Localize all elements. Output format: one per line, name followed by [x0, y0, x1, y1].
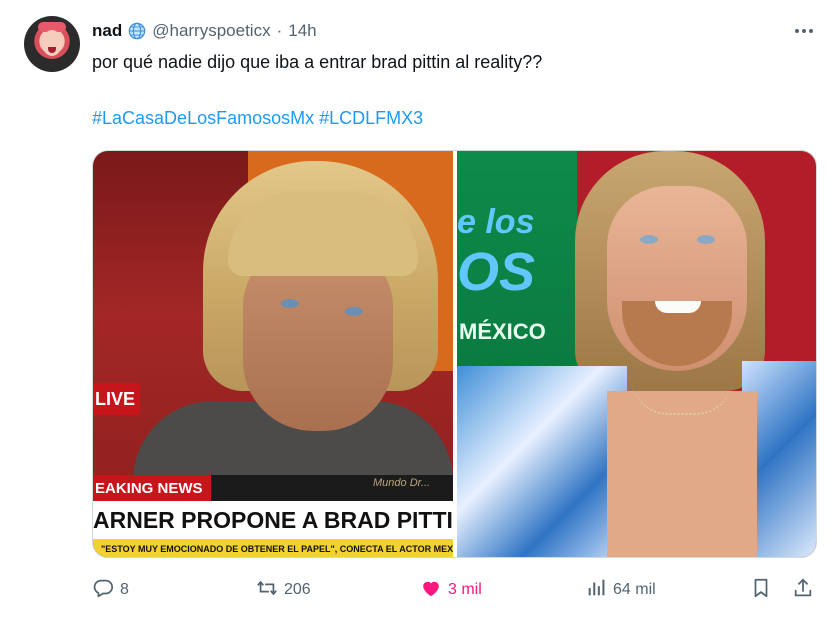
media-grid[interactable]: LIVE EAKING NEWS Mundo Dr... ARNER PROPO…: [92, 150, 817, 558]
breaking-news-label: EAKING NEWS: [93, 475, 211, 501]
like-button[interactable]: 3 mil: [420, 572, 482, 608]
hashtags: #LaCasaDeLosFamososMx #LCDLFMX3: [92, 106, 423, 130]
live-badge: LIVE: [93, 383, 140, 415]
views-icon: [585, 577, 607, 604]
bookmark-button[interactable]: [750, 572, 772, 608]
channel-logo: Mundo Dr...: [373, 477, 431, 489]
show-logo-line2: OS: [457, 242, 536, 302]
share-icon: [792, 577, 814, 604]
views-count: 64 mil: [613, 581, 656, 598]
user-handle[interactable]: @harryspoeticx: [152, 21, 270, 41]
like-icon: [420, 577, 442, 604]
news-headline: ARNER PROPONE A BRAD PITTIN COMO GRINDEL…: [93, 501, 453, 539]
reply-count: 8: [120, 581, 129, 598]
hashtag-link[interactable]: #LCDLFMX3: [319, 108, 423, 128]
show-logo-line3: MÉXICO: [459, 319, 546, 344]
show-logo-line1: e los: [457, 203, 535, 241]
hashtag-link[interactable]: #LaCasaDeLosFamososMx: [92, 108, 314, 128]
reply-button[interactable]: 8: [92, 572, 129, 608]
retweet-button[interactable]: 206: [256, 572, 311, 608]
retweet-icon: [256, 577, 278, 604]
tweet: nad @harryspoeticx · 14h por qué nadie d…: [0, 0, 839, 620]
avatar[interactable]: [24, 16, 80, 72]
separator-dot: ·: [276, 21, 283, 40]
globe-icon: [128, 22, 146, 40]
share-button[interactable]: [792, 572, 814, 608]
tweet-text: por qué nadie dijo que iba a entrar brad…: [92, 52, 543, 72]
bookmark-icon: [750, 577, 772, 604]
tweet-actions: 8 206 3 mil 64 mil: [92, 572, 817, 608]
tweet-header: nad @harryspoeticx · 14h: [92, 20, 317, 42]
timestamp[interactable]: 14h: [288, 21, 316, 41]
display-name[interactable]: nad: [92, 21, 122, 41]
more-options-icon[interactable]: [791, 20, 817, 42]
media-image-left[interactable]: LIVE EAKING NEWS Mundo Dr... ARNER PROPO…: [93, 151, 453, 557]
reply-icon: [92, 577, 114, 604]
like-count: 3 mil: [448, 581, 482, 598]
media-image-right[interactable]: e los OS MÉXICO: [457, 151, 816, 557]
news-subline: "ESTOY MUY EMOCIONADO DE OBTENER EL PAPE…: [93, 539, 453, 557]
views-button[interactable]: 64 mil: [585, 572, 656, 608]
retweet-count: 206: [284, 581, 311, 598]
